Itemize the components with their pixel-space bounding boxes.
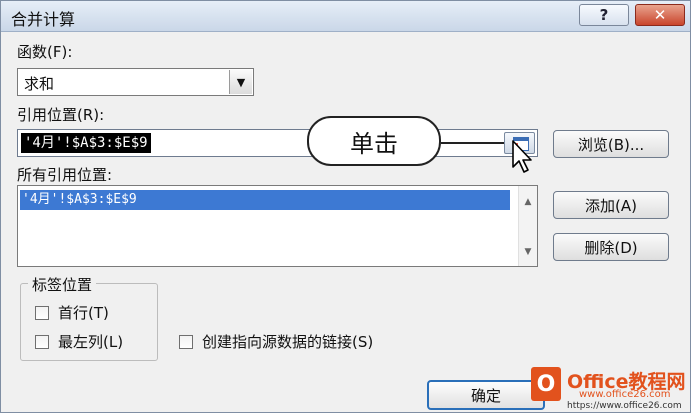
title-bar: 合并计算 ? ✕ [1, 1, 690, 32]
all-references-list[interactable]: '4月'!$A$3:$E$9 ▲ ▼ [17, 185, 538, 267]
top-row-label[interactable]: 首行(T) [58, 302, 109, 323]
callout-text: 单击 [350, 129, 398, 158]
delete-button[interactable]: 删除(D) [553, 233, 669, 261]
delete-button-label: 删除(D) [584, 238, 638, 257]
left-column-label[interactable]: 最左列(L) [58, 331, 123, 352]
callout-annotation: 单击 [307, 116, 441, 166]
function-label: 函数(F): [17, 43, 73, 61]
create-links-label[interactable]: 创建指向源数据的链接(S) [202, 331, 373, 352]
list-item[interactable]: '4月'!$A$3:$E$9 [20, 190, 510, 210]
help-button[interactable]: ? [579, 4, 629, 26]
browse-button-label: 浏览(B)... [577, 135, 645, 154]
all-references-label: 所有引用位置: [17, 166, 113, 184]
ok-button-label: 确定 [470, 386, 501, 405]
watermark-url: www.office26.com [579, 389, 671, 400]
watermark-url-secondary: https://www.office26.com [567, 401, 682, 411]
scroll-down-icon[interactable]: ▼ [519, 244, 537, 260]
help-icon: ? [599, 6, 609, 24]
label-position-legend: 标签位置 [28, 274, 97, 295]
consolidate-dialog: 合并计算 ? ✕ 函数(F): 求和 ▼ 引用位置(R): '4月'!$A$3:… [0, 0, 691, 413]
left-column-checkbox[interactable] [35, 335, 49, 349]
watermark: O Office教程网 www.office26.com https://www… [517, 357, 689, 411]
vertical-scrollbar[interactable]: ▲ ▼ [518, 186, 537, 266]
add-button[interactable]: 添加(A) [553, 191, 669, 219]
function-select[interactable]: 求和 ▼ [17, 68, 254, 96]
reference-value: '4月'!$A$3:$E$9 [21, 133, 151, 153]
add-button-label: 添加(A) [585, 196, 637, 215]
browse-button[interactable]: 浏览(B)... [553, 130, 669, 158]
create-links-checkbox[interactable] [179, 335, 193, 349]
scroll-up-icon[interactable]: ▲ [519, 194, 537, 210]
dialog-title: 合并计算 [11, 10, 76, 29]
close-button[interactable]: ✕ [635, 4, 685, 26]
office-logo-icon: O [531, 367, 561, 401]
reference-label: 引用位置(R): [17, 106, 105, 124]
callout-connector [441, 142, 504, 144]
function-value: 求和 [24, 75, 55, 93]
mouse-cursor-icon [512, 140, 532, 173]
chevron-down-icon[interactable]: ▼ [229, 70, 252, 94]
top-row-checkbox[interactable] [35, 306, 49, 320]
close-icon: ✕ [653, 6, 667, 24]
